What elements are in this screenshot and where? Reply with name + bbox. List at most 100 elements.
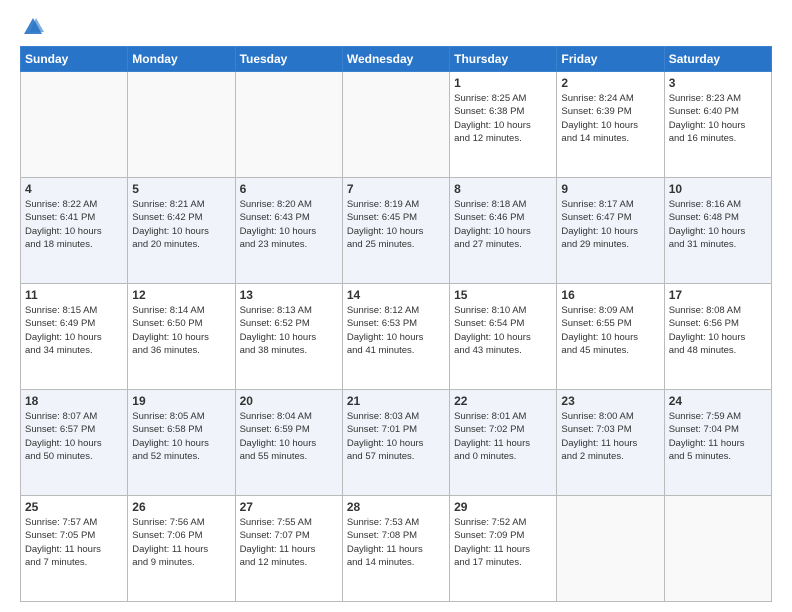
calendar-cell: 24Sunrise: 7:59 AMSunset: 7:04 PMDayligh… bbox=[664, 390, 771, 496]
day-number: 27 bbox=[240, 500, 338, 514]
day-info: Sunrise: 8:25 AMSunset: 6:38 PMDaylight:… bbox=[454, 92, 552, 145]
day-number: 12 bbox=[132, 288, 230, 302]
calendar-cell bbox=[557, 496, 664, 602]
day-info: Sunrise: 8:05 AMSunset: 6:58 PMDaylight:… bbox=[132, 410, 230, 463]
day-number: 21 bbox=[347, 394, 445, 408]
weekday-header-sunday: Sunday bbox=[21, 47, 128, 72]
calendar-week-row: 18Sunrise: 8:07 AMSunset: 6:57 PMDayligh… bbox=[21, 390, 772, 496]
day-number: 18 bbox=[25, 394, 123, 408]
weekday-header-row: SundayMondayTuesdayWednesdayThursdayFrid… bbox=[21, 47, 772, 72]
day-number: 8 bbox=[454, 182, 552, 196]
day-number: 14 bbox=[347, 288, 445, 302]
day-number: 10 bbox=[669, 182, 767, 196]
day-info: Sunrise: 8:15 AMSunset: 6:49 PMDaylight:… bbox=[25, 304, 123, 357]
day-info: Sunrise: 8:01 AMSunset: 7:02 PMDaylight:… bbox=[454, 410, 552, 463]
day-info: Sunrise: 7:55 AMSunset: 7:07 PMDaylight:… bbox=[240, 516, 338, 569]
weekday-header-wednesday: Wednesday bbox=[342, 47, 449, 72]
calendar-cell: 4 Sunrise: 8:22 AMSunset: 6:41 PMDaylight… bbox=[21, 178, 128, 284]
calendar-page: SundayMondayTuesdayWednesdayThursdayFrid… bbox=[0, 0, 792, 612]
calendar-cell: 19Sunrise: 8:05 AMSunset: 6:58 PMDayligh… bbox=[128, 390, 235, 496]
day-info: Sunrise: 8:00 AMSunset: 7:03 PMDaylight:… bbox=[561, 410, 659, 463]
calendar-cell: 27 Sunrise: 7:55 AMSunset: 7:07 PMDayligh… bbox=[235, 496, 342, 602]
day-info: Sunrise: 8:22 AMSunset: 6:41 PMDaylight:… bbox=[25, 198, 123, 251]
day-info: Sunrise: 8:16 AMSunset: 6:48 PMDaylight:… bbox=[669, 198, 767, 251]
calendar-cell bbox=[128, 72, 235, 178]
calendar-cell: 2Sunrise: 8:24 AMSunset: 6:39 PMDaylight… bbox=[557, 72, 664, 178]
calendar-cell bbox=[21, 72, 128, 178]
day-info: Sunrise: 7:57 AMSunset: 7:05 PMDaylight:… bbox=[25, 516, 123, 569]
calendar-cell: 23 Sunrise: 8:00 AMSunset: 7:03 PMDayligh… bbox=[557, 390, 664, 496]
calendar-cell: 11 Sunrise: 8:15 AMSunset: 6:49 PMDayligh… bbox=[21, 284, 128, 390]
day-info: Sunrise: 8:04 AMSunset: 6:59 PMDaylight:… bbox=[240, 410, 338, 463]
calendar-cell: 7 Sunrise: 8:19 AMSunset: 6:45 PMDaylight… bbox=[342, 178, 449, 284]
calendar-cell: 17 Sunrise: 8:08 AMSunset: 6:56 PMDayligh… bbox=[664, 284, 771, 390]
logo-icon bbox=[22, 16, 44, 38]
calendar-cell: 15 Sunrise: 8:10 AMSunset: 6:54 PMDayligh… bbox=[450, 284, 557, 390]
calendar-cell: 26 Sunrise: 7:56 AMSunset: 7:06 PMDayligh… bbox=[128, 496, 235, 602]
day-info: Sunrise: 8:08 AMSunset: 6:56 PMDaylight:… bbox=[669, 304, 767, 357]
day-number: 26 bbox=[132, 500, 230, 514]
day-number: 13 bbox=[240, 288, 338, 302]
weekday-header-thursday: Thursday bbox=[450, 47, 557, 72]
calendar-cell: 9Sunrise: 8:17 AMSunset: 6:47 PMDaylight… bbox=[557, 178, 664, 284]
weekday-header-friday: Friday bbox=[557, 47, 664, 72]
day-number: 1 bbox=[454, 76, 552, 90]
calendar-cell bbox=[342, 72, 449, 178]
day-info: Sunrise: 8:20 AMSunset: 6:43 PMDaylight:… bbox=[240, 198, 338, 251]
day-number: 28 bbox=[347, 500, 445, 514]
day-number: 29 bbox=[454, 500, 552, 514]
calendar-cell: 29 Sunrise: 7:52 AMSunset: 7:09 PMDayligh… bbox=[450, 496, 557, 602]
day-number: 2 bbox=[561, 76, 659, 90]
calendar-cell: 3 Sunrise: 8:23 AMSunset: 6:40 PMDaylight… bbox=[664, 72, 771, 178]
weekday-header-monday: Monday bbox=[128, 47, 235, 72]
calendar-cell: 20 Sunrise: 8:04 AMSunset: 6:59 PMDayligh… bbox=[235, 390, 342, 496]
day-number: 23 bbox=[561, 394, 659, 408]
weekday-header-tuesday: Tuesday bbox=[235, 47, 342, 72]
day-info: Sunrise: 7:56 AMSunset: 7:06 PMDaylight:… bbox=[132, 516, 230, 569]
day-number: 17 bbox=[669, 288, 767, 302]
day-info: Sunrise: 8:03 AMSunset: 7:01 PMDaylight:… bbox=[347, 410, 445, 463]
calendar-week-row: 4 Sunrise: 8:22 AMSunset: 6:41 PMDaylight… bbox=[21, 178, 772, 284]
day-info: Sunrise: 8:21 AMSunset: 6:42 PMDaylight:… bbox=[132, 198, 230, 251]
header bbox=[20, 16, 772, 38]
day-number: 20 bbox=[240, 394, 338, 408]
calendar-cell: 8 Sunrise: 8:18 AMSunset: 6:46 PMDaylight… bbox=[450, 178, 557, 284]
logo bbox=[20, 16, 44, 38]
day-number: 7 bbox=[347, 182, 445, 196]
day-info: Sunrise: 8:14 AMSunset: 6:50 PMDaylight:… bbox=[132, 304, 230, 357]
calendar-cell: 21 Sunrise: 8:03 AMSunset: 7:01 PMDayligh… bbox=[342, 390, 449, 496]
calendar-cell: 12 Sunrise: 8:14 AMSunset: 6:50 PMDayligh… bbox=[128, 284, 235, 390]
calendar-cell: 14 Sunrise: 8:12 AMSunset: 6:53 PMDayligh… bbox=[342, 284, 449, 390]
day-info: Sunrise: 7:59 AMSunset: 7:04 PMDaylight:… bbox=[669, 410, 767, 463]
calendar-week-row: 25 Sunrise: 7:57 AMSunset: 7:05 PMDayligh… bbox=[21, 496, 772, 602]
calendar-cell: 22Sunrise: 8:01 AMSunset: 7:02 PMDayligh… bbox=[450, 390, 557, 496]
day-info: Sunrise: 8:10 AMSunset: 6:54 PMDaylight:… bbox=[454, 304, 552, 357]
calendar-table: SundayMondayTuesdayWednesdayThursdayFrid… bbox=[20, 46, 772, 602]
day-info: Sunrise: 8:18 AMSunset: 6:46 PMDaylight:… bbox=[454, 198, 552, 251]
day-info: Sunrise: 7:52 AMSunset: 7:09 PMDaylight:… bbox=[454, 516, 552, 569]
calendar-week-row: 11 Sunrise: 8:15 AMSunset: 6:49 PMDayligh… bbox=[21, 284, 772, 390]
day-info: Sunrise: 7:53 AMSunset: 7:08 PMDaylight:… bbox=[347, 516, 445, 569]
day-number: 4 bbox=[25, 182, 123, 196]
calendar-cell: 6Sunrise: 8:20 AMSunset: 6:43 PMDaylight… bbox=[235, 178, 342, 284]
day-info: Sunrise: 8:12 AMSunset: 6:53 PMDaylight:… bbox=[347, 304, 445, 357]
calendar-cell: 16Sunrise: 8:09 AMSunset: 6:55 PMDayligh… bbox=[557, 284, 664, 390]
calendar-cell: 1 Sunrise: 8:25 AMSunset: 6:38 PMDaylight… bbox=[450, 72, 557, 178]
day-number: 15 bbox=[454, 288, 552, 302]
calendar-cell: 10 Sunrise: 8:16 AMSunset: 6:48 PMDayligh… bbox=[664, 178, 771, 284]
day-number: 5 bbox=[132, 182, 230, 196]
day-info: Sunrise: 8:23 AMSunset: 6:40 PMDaylight:… bbox=[669, 92, 767, 145]
day-number: 3 bbox=[669, 76, 767, 90]
day-number: 25 bbox=[25, 500, 123, 514]
weekday-header-saturday: Saturday bbox=[664, 47, 771, 72]
day-info: Sunrise: 8:09 AMSunset: 6:55 PMDaylight:… bbox=[561, 304, 659, 357]
day-info: Sunrise: 8:17 AMSunset: 6:47 PMDaylight:… bbox=[561, 198, 659, 251]
calendar-cell: 28 Sunrise: 7:53 AMSunset: 7:08 PMDayligh… bbox=[342, 496, 449, 602]
day-number: 11 bbox=[25, 288, 123, 302]
day-info: Sunrise: 8:13 AMSunset: 6:52 PMDaylight:… bbox=[240, 304, 338, 357]
calendar-cell: 5 Sunrise: 8:21 AMSunset: 6:42 PMDaylight… bbox=[128, 178, 235, 284]
calendar-cell: 25 Sunrise: 7:57 AMSunset: 7:05 PMDayligh… bbox=[21, 496, 128, 602]
calendar-week-row: 1 Sunrise: 8:25 AMSunset: 6:38 PMDaylight… bbox=[21, 72, 772, 178]
day-info: Sunrise: 8:19 AMSunset: 6:45 PMDaylight:… bbox=[347, 198, 445, 251]
calendar-cell: 13 Sunrise: 8:13 AMSunset: 6:52 PMDayligh… bbox=[235, 284, 342, 390]
